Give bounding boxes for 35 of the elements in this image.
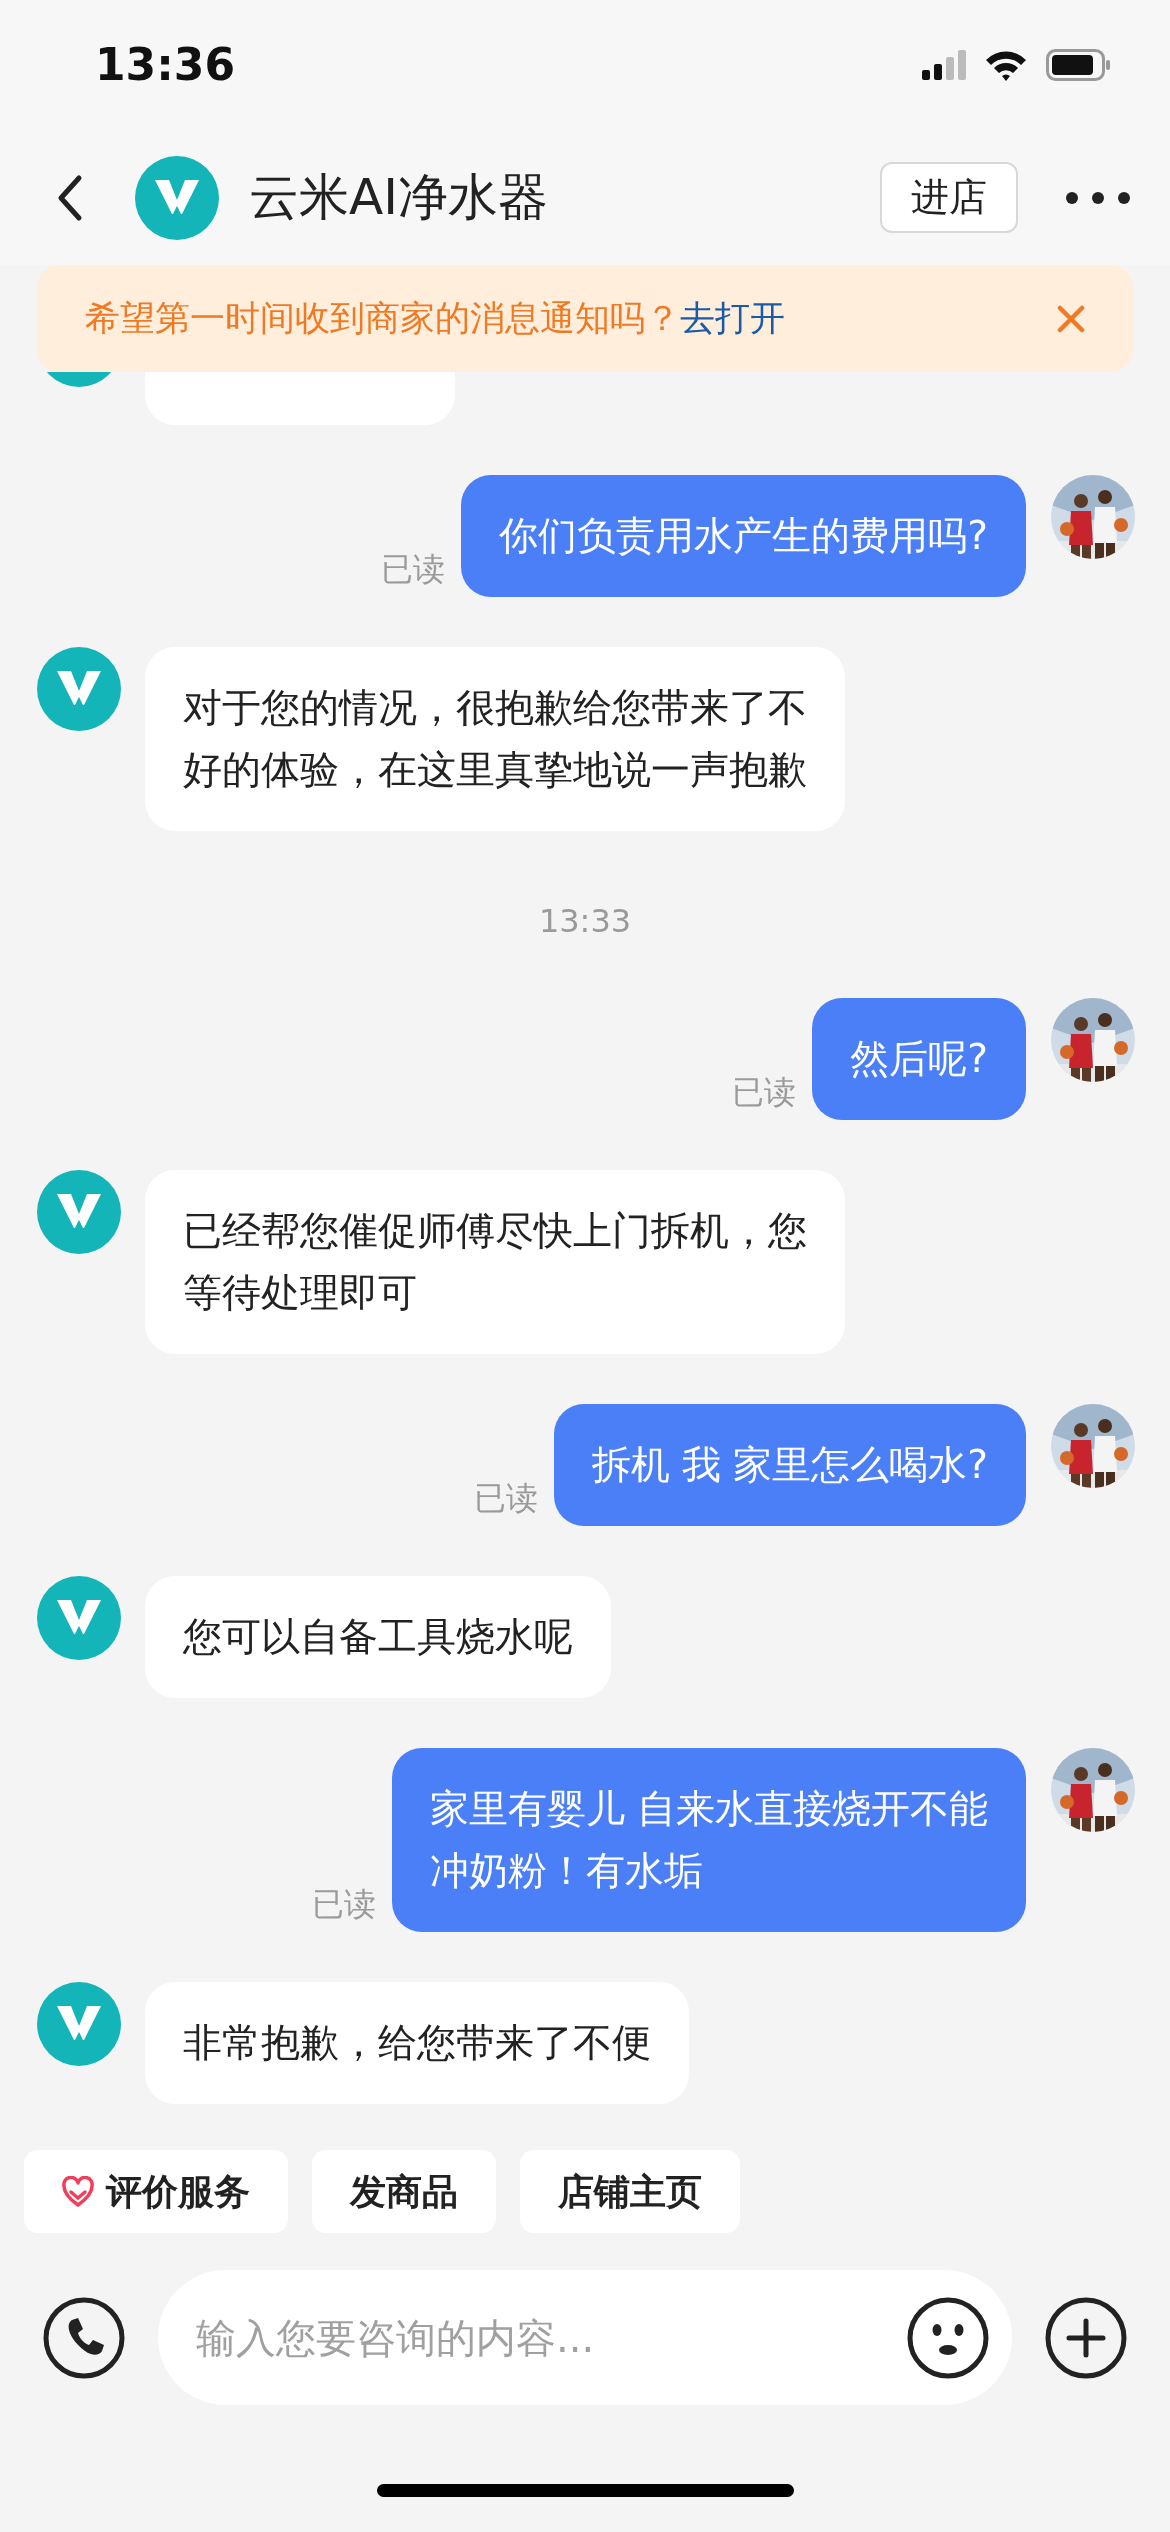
enter-store-button[interactable]: 进店 [880,162,1018,233]
shop-title: 云米AI净水器 [249,167,548,228]
wifi-icon [984,49,1028,81]
shop-avatar-icon [37,1982,121,2066]
quick-action-chip[interactable]: 店铺主页 [520,2150,740,2233]
message-bubble: 已经帮您催促师傅尽快上门拆机，您 等待处理即可 [145,1170,845,1354]
message-bubble: 对于您的情况，很抱歉给您带来了不 好的体验，在这里真挚地说一声抱歉 [145,647,845,831]
shop-avatar-icon [37,1576,121,1660]
more-icon[interactable] [1066,191,1130,204]
read-status: 已读 [381,549,446,590]
message-bubble: 然后呢? [812,998,1026,1120]
add-icon[interactable] [1044,2295,1128,2380]
banner-text: 希望第一时间收到商家的消息通知吗？ [85,297,680,341]
message-input[interactable]: 输入您要咨询的内容... [158,2270,1012,2405]
open-link[interactable]: 去打开 [680,292,785,345]
shop-avatar-icon [37,1170,121,1254]
read-status: 已读 [732,1072,797,1113]
shop-avatar-icon [37,647,121,731]
message-bubble: 你们负责用水产生的费用吗? [461,475,1026,597]
timestamp: 13:33 [538,901,632,942]
battery-icon [1046,49,1110,81]
message-bubble: 您可以自备工具烧水呢 [145,1576,611,1698]
message-bubble: 拆机 我 家里怎么喝水? [553,1404,1026,1526]
message-bubble: 家里有婴儿 自来水直接烧开不能 冲奶粉！有水垢 [391,1748,1026,1932]
quick-action-chip[interactable]: 发商品 [312,2150,496,2233]
emoji-icon[interactable] [906,2296,990,2380]
phone-icon[interactable] [42,2295,126,2380]
quick-action-chip[interactable]: 评价服务 [24,2150,288,2233]
read-status: 已读 [311,1884,376,1925]
logo-icon [135,155,219,240]
message-bubble: 非常抱歉，给您带来了不便 [145,1982,689,2104]
read-status: 已读 [473,1478,538,1519]
signal-icon [922,50,966,80]
heart-icon [62,2175,94,2208]
status-time: 13:36 [95,38,236,92]
